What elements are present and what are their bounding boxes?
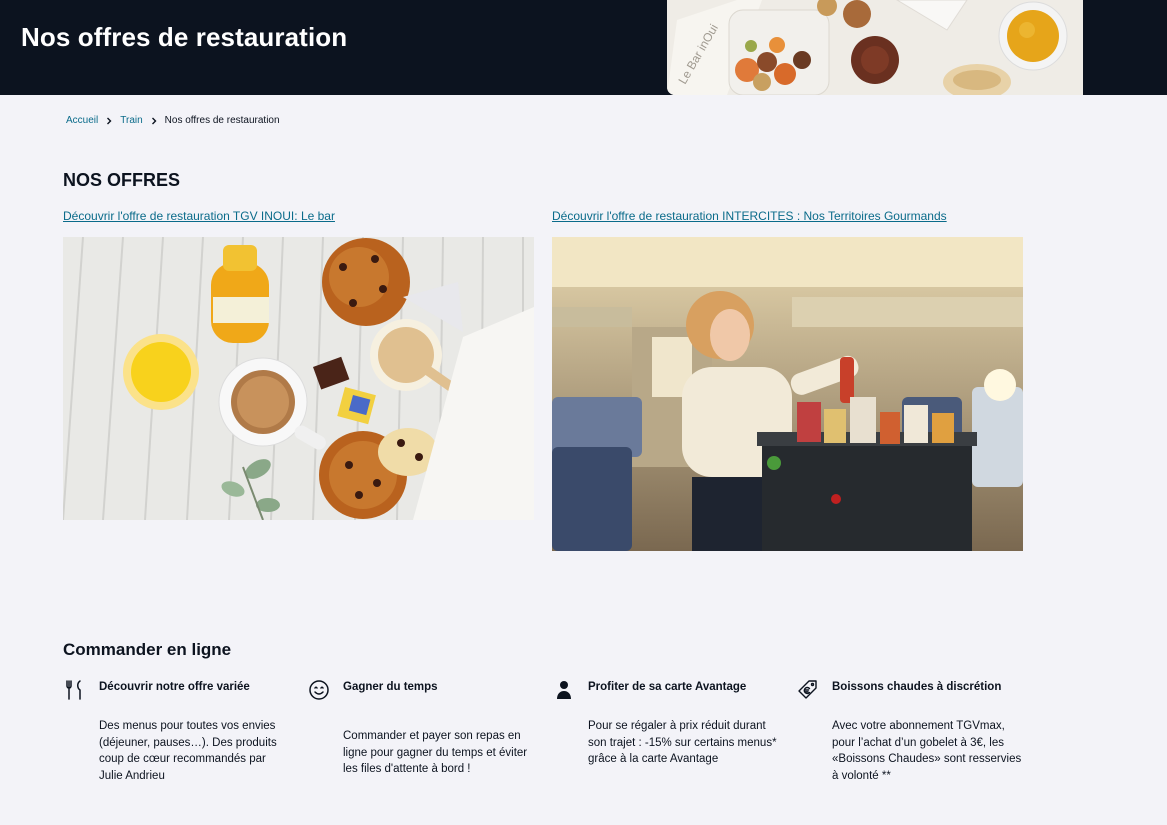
offer-image-trolley[interactable]	[552, 237, 1023, 551]
feature-description: Des menus pour toutes vos envies (déjeun…	[99, 720, 277, 782]
feature-heading: Profiter de sa carte Avantage	[588, 681, 747, 693]
feature-heading: Gagner du temps	[343, 681, 438, 693]
breadcrumb-link-accueil[interactable]: Accueil	[66, 115, 98, 126]
euro-tag-icon	[796, 678, 820, 702]
page-header: Nos offres de restauration Le Bar inOui	[0, 0, 1167, 95]
feature-description: Commander et payer son repas en ligne po…	[343, 730, 528, 775]
offers-section-title: NOS OFFRES	[63, 170, 181, 190]
breadcrumb: Accueil Train Nos offres de restauration	[66, 115, 280, 126]
feature-description: Avec votre abonnement TGVmax, pour l’ach…	[832, 720, 1022, 782]
smiley-icon	[307, 678, 331, 702]
breadcrumb-current: Nos offres de restauration	[164, 115, 280, 126]
offer-link-intercites[interactable]: Découvrir l'offre de restauration INTERC…	[552, 209, 947, 223]
offer-image-breakfast[interactable]	[63, 237, 534, 520]
order-section-title: Commander en ligne	[63, 640, 232, 659]
feature-description: Pour se régaler à prix réduit durant son…	[588, 720, 777, 765]
chevron-right-icon	[150, 116, 158, 126]
cutlery-icon	[63, 678, 87, 702]
feature-heading: Boissons chaudes à discrétion	[832, 681, 1002, 693]
chevron-right-icon	[105, 116, 113, 126]
page-title: Nos offres de restauration	[21, 22, 348, 52]
breadcrumb-link-train[interactable]: Train	[120, 115, 142, 126]
feature-heading: Découvrir notre offre variée	[99, 681, 250, 693]
offer-link-tgv-inoui[interactable]: Découvrir l'offre de restauration TGV IN…	[63, 209, 335, 223]
person-icon	[552, 678, 576, 702]
header-image: Le Bar inOui	[667, 0, 1083, 95]
